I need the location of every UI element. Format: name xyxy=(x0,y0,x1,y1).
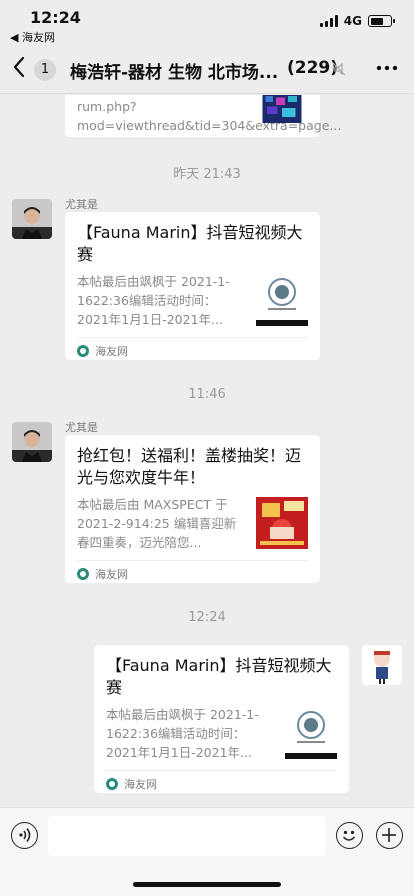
message-list[interactable]: rum.php?mod=viewthread&tid=304&extra=pag… xyxy=(0,95,414,807)
chevron-left-icon xyxy=(13,56,25,78)
link-card-source: 海友网 xyxy=(77,337,308,364)
source-logo-icon xyxy=(77,568,89,580)
message-input[interactable] xyxy=(48,816,326,856)
status-time: 12:24 xyxy=(30,8,81,27)
link-card[interactable]: 【Fauna Marin】抖音短视频大赛 本帖最后由飒枫于 2021-1-162… xyxy=(94,645,349,793)
emoji-icon xyxy=(342,830,356,841)
link-card-title: 抢红包！送福利！盖楼抽奖！迈光与您欢度牛年！ xyxy=(77,446,302,487)
member-count: (229) xyxy=(287,58,339,78)
source-name: 海友网 xyxy=(95,568,128,581)
voice-icon xyxy=(19,828,31,842)
avatar[interactable] xyxy=(12,199,52,239)
user-avatar-icon xyxy=(12,422,52,462)
link-card-thumbnail xyxy=(262,95,302,123)
timestamp: 12:24 xyxy=(188,610,226,625)
plus-icon xyxy=(382,828,396,842)
link-card[interactable]: 【Fauna Marin】抖音短视频大赛 本帖最后由飒枫于 2021-1-162… xyxy=(65,212,320,360)
source-logo-icon xyxy=(77,345,89,357)
back-to-app-link[interactable]: ◀ 海友网 xyxy=(10,29,55,45)
link-card-source: 海友网 xyxy=(77,560,308,587)
timestamp: 11:46 xyxy=(188,387,226,402)
home-indicator[interactable] xyxy=(133,882,281,887)
source-name: 海友网 xyxy=(124,778,157,791)
link-card-thumbnail xyxy=(256,274,308,326)
source-logo-icon xyxy=(106,778,118,790)
my-avatar[interactable] xyxy=(362,645,402,685)
mute-icon xyxy=(332,62,346,76)
avatar[interactable] xyxy=(12,422,52,462)
link-card-thumbnail xyxy=(256,497,308,549)
battery-icon xyxy=(368,15,395,27)
more-options-button[interactable] xyxy=(376,56,398,85)
sender-name: 尤其是 xyxy=(65,198,98,211)
link-card-source: 海友网 xyxy=(106,770,337,797)
network-type: 4G xyxy=(343,14,362,28)
voice-input-button[interactable] xyxy=(11,822,38,849)
link-card-description: 本帖最后由飒枫于 2021-1-1622:36编辑活动时间：2021年1月1日-… xyxy=(106,707,259,760)
source-name: 海友网 xyxy=(95,345,128,358)
link-card-title: 【Fauna Marin】抖音短视频大赛 xyxy=(106,656,332,697)
back-button[interactable] xyxy=(12,56,32,82)
chat-header: 1 梅浩轩-器材 生物 北市场... (229) xyxy=(0,44,414,94)
cartoon-avatar-icon xyxy=(362,645,402,685)
signal-icon xyxy=(319,15,338,27)
emoji-button[interactable] xyxy=(336,822,363,849)
timestamp: 昨天 21:43 xyxy=(173,167,241,182)
sender-name: 尤其是 xyxy=(65,421,98,434)
status-bar: 12:24 ◀ 海友网 4G xyxy=(0,0,414,44)
more-functions-button[interactable] xyxy=(376,822,403,849)
link-card-description: 本帖最后由飒枫于 2021-1-1622:36编辑活动时间：2021年1月1日-… xyxy=(77,274,230,327)
link-card-description: rum.php?mod=viewthread&tid=304&extra=pag… xyxy=(77,99,342,133)
link-card-thumbnail xyxy=(285,707,337,759)
ellipsis-icon xyxy=(376,65,398,71)
unread-count-badge: 1 xyxy=(34,59,56,81)
status-indicators: 4G xyxy=(319,14,395,28)
link-card[interactable]: rum.php?mod=viewthread&tid=304&extra=pag… xyxy=(65,95,342,137)
user-avatar-icon xyxy=(12,199,52,239)
link-card-description: 本帖最后由 MAXSPECT 于 2021-2-914:25 编辑喜迎新春四重奏… xyxy=(77,497,237,550)
link-card-title: 【Fauna Marin】抖音短视频大赛 xyxy=(77,223,303,264)
link-card[interactable]: 抢红包！送福利！盖楼抽奖！迈光与您欢度牛年！ 本帖最后由 MAXSPECT 于 … xyxy=(65,435,320,583)
